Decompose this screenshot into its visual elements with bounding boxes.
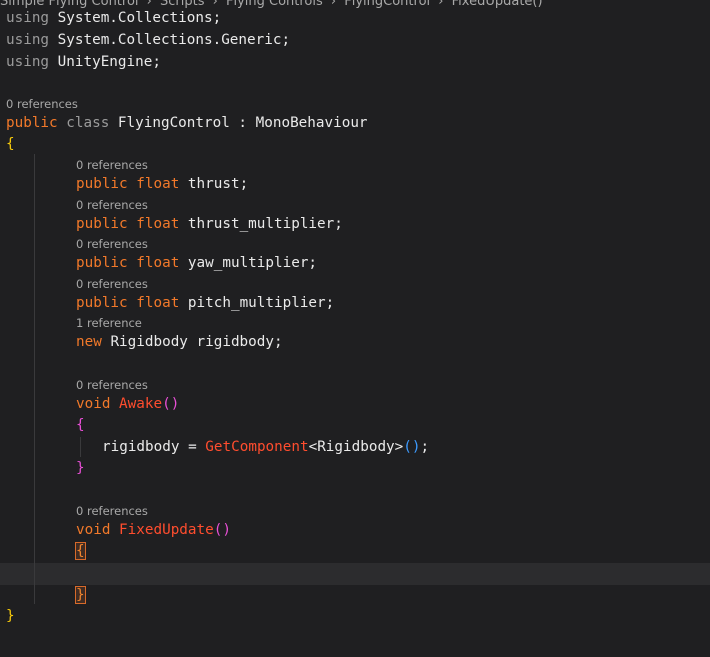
code-line[interactable]: public class FlyingControl : MonoBehavio… — [6, 113, 368, 133]
code-line[interactable]: rigidbody = GetComponent<Rigidbody>(); — [102, 437, 429, 457]
codelens-references[interactable]: 0 references — [76, 503, 148, 519]
code-line[interactable]: { — [6, 134, 15, 154]
code-line[interactable]: public float pitch_multiplier; — [76, 293, 334, 313]
indent-guide — [80, 437, 81, 457]
code-line[interactable]: } — [75, 585, 86, 605]
code-line[interactable]: { — [75, 541, 86, 561]
code-line[interactable]: using UnityEngine; — [6, 52, 161, 72]
code-line[interactable]: { — [76, 415, 85, 435]
code-line[interactable]: void Awake() — [76, 394, 179, 414]
codelens-references[interactable]: 0 references — [76, 157, 148, 173]
codelens-references[interactable]: 0 references — [76, 377, 148, 393]
code-line[interactable]: public float thrust; — [76, 174, 248, 194]
matched-brace: } — [75, 586, 86, 604]
current-line-highlight — [0, 563, 710, 585]
codelens-references[interactable]: 0 references — [6, 96, 78, 112]
codelens-references[interactable]: 0 references — [76, 197, 148, 213]
codelens-references[interactable]: 0 references — [76, 236, 148, 252]
code-line[interactable]: using System.Collections.Generic; — [6, 30, 290, 50]
code-line[interactable]: } — [6, 606, 15, 626]
codelens-references[interactable]: 0 references — [76, 276, 148, 292]
code-line[interactable]: } — [76, 458, 85, 478]
code-line[interactable]: void FixedUpdate() — [76, 520, 231, 540]
code-line[interactable]: public float yaw_multiplier; — [76, 253, 317, 273]
code-line[interactable]: public float thrust_multiplier; — [76, 214, 343, 234]
matched-brace: { — [75, 542, 86, 560]
code-line[interactable]: new Rigidbody rigidbody; — [76, 332, 283, 352]
codelens-references[interactable]: 1 reference — [76, 315, 142, 331]
code-editor[interactable]: using System.Collections; using System.C… — [0, 0, 710, 657]
code-line[interactable]: using System.Collections; — [6, 8, 221, 28]
indent-guide — [34, 154, 35, 604]
